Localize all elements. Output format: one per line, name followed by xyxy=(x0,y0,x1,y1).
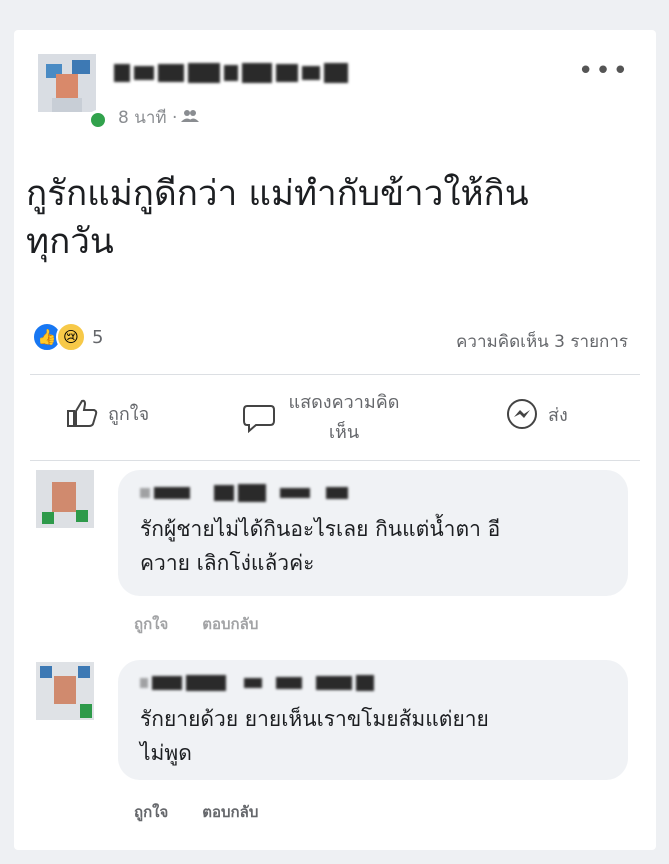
comment-like-button[interactable]: ถูกใจ xyxy=(134,612,168,636)
post-meta: 8 นาที · xyxy=(118,104,200,131)
messenger-icon xyxy=(506,398,538,430)
more-options-icon[interactable]: ••• xyxy=(578,56,630,86)
comment-reply-button[interactable]: ตอบกลับ xyxy=(202,800,258,824)
comment-actions: ถูกใจ ตอบกลับ xyxy=(134,612,258,636)
friends-audience-icon[interactable] xyxy=(181,108,200,128)
comment-avatar[interactable] xyxy=(36,470,94,528)
send-label: ส่ง xyxy=(548,404,568,426)
avatar[interactable] xyxy=(38,54,96,112)
comment-text-line: รักยายด้วย ยายเห็นเราขโมยส้มแต่ยาย xyxy=(140,707,489,731)
comment-text-line: ไม่พูด xyxy=(140,741,192,765)
comment-bubble[interactable]: รักยายด้วย ยายเห็นเราขโมยส้มแต่ยาย ไม่พู… xyxy=(118,660,628,780)
reactions-summary[interactable]: 👍 😢 5 xyxy=(32,322,103,352)
reaction-count: 5 xyxy=(92,326,104,348)
like-label: ถูกใจ xyxy=(108,403,150,425)
comment-text-line: รักผู้ชายไม่ได้กินอะไรเลย กินแต่น้ำตา อี xyxy=(140,517,501,541)
thumbs-up-icon xyxy=(66,398,98,428)
post-time[interactable]: 8 นาที · xyxy=(118,104,177,131)
online-status-indicator xyxy=(88,110,108,130)
divider xyxy=(30,460,640,461)
post-text-line: กูรักแม่กูดีกว่า แม่ทำกับข้าวให้กิน xyxy=(26,174,529,214)
comment-text: รักยายด้วย ยายเห็นเราขโมยส้มแต่ยาย ไม่พู… xyxy=(140,702,620,770)
comment-reply-button[interactable]: ตอบกลับ xyxy=(202,612,258,636)
comment-label-line: แสดงความคิด xyxy=(288,392,400,413)
post-text-line: ทุกวัน xyxy=(26,222,114,262)
commenter-name-redacted[interactable] xyxy=(140,484,348,502)
comment-actions: ถูกใจ ตอบกลับ xyxy=(134,800,258,824)
author-name-redacted[interactable] xyxy=(114,60,348,86)
comment-avatar[interactable] xyxy=(36,662,94,720)
comment-like-button[interactable]: ถูกใจ xyxy=(134,800,168,824)
comment-text: รักผู้ชายไม่ได้กินอะไรเลย กินแต่น้ำตา อี… xyxy=(140,512,620,580)
comment-button[interactable]: แสดงความคิด เห็น xyxy=(242,388,402,448)
sad-reaction-icon: 😢 xyxy=(56,322,86,352)
comment-bubble-icon xyxy=(242,403,276,433)
divider xyxy=(30,374,640,375)
post-body: กูรักแม่กูดีกว่า แม่ทำกับข้าวให้กิน ทุกว… xyxy=(26,170,636,266)
messenger-send-button[interactable]: ส่ง xyxy=(506,398,568,430)
comment-count[interactable]: ความคิดเห็น 3 รายการ xyxy=(456,328,628,355)
like-button[interactable]: ถูกใจ xyxy=(66,398,149,428)
commenter-name-redacted[interactable] xyxy=(140,674,374,692)
comment-label: แสดงความคิด เห็น xyxy=(286,388,402,448)
post-card: 8 นาที · ••• กูรักแม่กูดีกว่า แม่ทำกับข้… xyxy=(14,30,656,850)
comment-label-line: เห็น xyxy=(328,422,360,443)
comment-text-line: ควาย เลิกโง่แล้วค่ะ xyxy=(140,551,315,575)
comment-bubble[interactable]: รักผู้ชายไม่ได้กินอะไรเลย กินแต่น้ำตา อี… xyxy=(118,470,628,596)
